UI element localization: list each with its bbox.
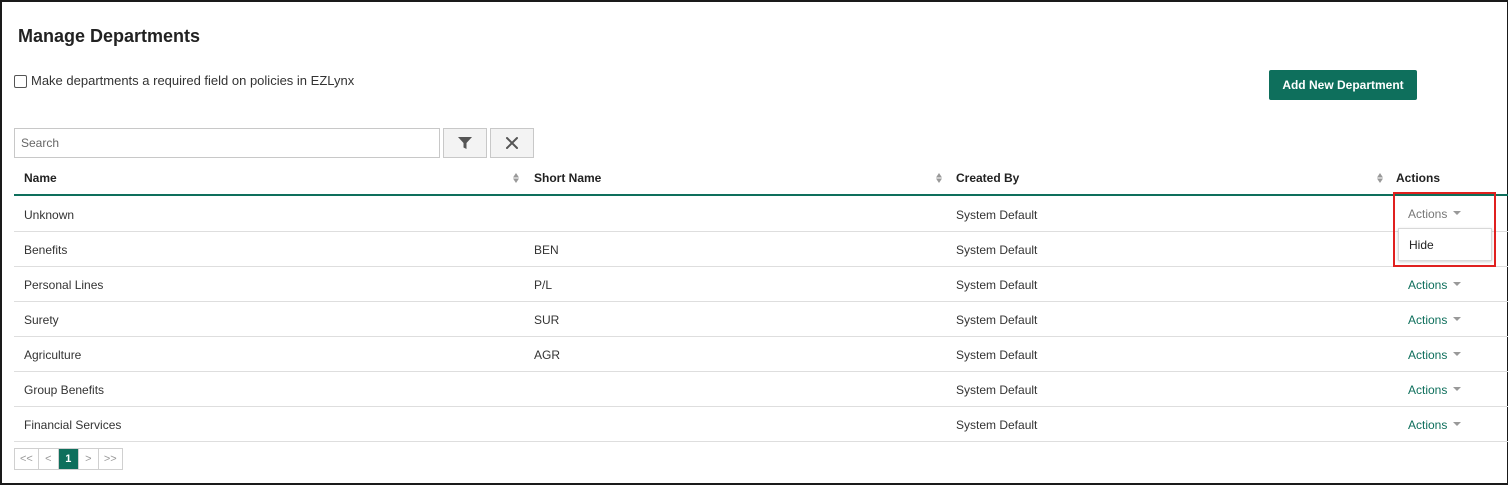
actions-label: Actions bbox=[1408, 383, 1448, 397]
column-header-actions: Actions bbox=[1396, 171, 1441, 185]
actions-label: Actions bbox=[1408, 348, 1448, 362]
filter-icon bbox=[458, 137, 472, 149]
row-actions-dropdown[interactable]: Actions bbox=[1408, 383, 1462, 397]
table-row: Agriculture AGR System Default Actions bbox=[14, 337, 1508, 372]
clear-search-button[interactable] bbox=[490, 128, 534, 158]
cell-name: Agriculture bbox=[24, 348, 82, 362]
required-field-label: Make departments a required field on pol… bbox=[31, 72, 355, 88]
cell-created-by: System Default bbox=[956, 418, 1038, 432]
column-header-name[interactable]: Name bbox=[24, 171, 57, 185]
cell-created-by: System Default bbox=[956, 348, 1038, 362]
search-input[interactable] bbox=[15, 129, 439, 157]
row-actions-dropdown[interactable]: Actions bbox=[1408, 418, 1462, 432]
table-header: Name Short Name Created By Actions bbox=[14, 160, 1508, 196]
cell-created-by: System Default bbox=[956, 243, 1038, 257]
sort-icon[interactable] bbox=[512, 172, 520, 184]
sort-icon[interactable] bbox=[935, 172, 943, 184]
actions-label: Actions bbox=[1408, 278, 1448, 292]
page-title: Manage Departments bbox=[18, 26, 201, 46]
sort-icon[interactable] bbox=[1376, 172, 1384, 184]
row-actions-dropdown[interactable]: Actions bbox=[1408, 278, 1462, 292]
next-page-button[interactable]: > bbox=[78, 449, 99, 469]
first-page-button[interactable]: << bbox=[15, 449, 39, 469]
caret-down-icon bbox=[1453, 421, 1462, 426]
cell-name: Personal Lines bbox=[24, 278, 104, 292]
required-field-option[interactable]: Make departments a required field on pol… bbox=[14, 72, 354, 88]
column-header-created-by[interactable]: Created By bbox=[956, 171, 1019, 185]
cell-name: Group Benefits bbox=[24, 383, 105, 397]
table-row: Unknown System Default bbox=[14, 197, 1508, 232]
cell-name: Benefits bbox=[24, 243, 68, 257]
last-page-button[interactable]: >> bbox=[98, 449, 122, 469]
highlight-box bbox=[1393, 192, 1496, 267]
table-row: Surety SUR System Default Actions bbox=[14, 302, 1508, 337]
caret-down-icon bbox=[1453, 316, 1462, 321]
caret-down-icon bbox=[1453, 351, 1462, 356]
close-icon bbox=[506, 137, 518, 149]
caret-down-icon bbox=[1453, 386, 1462, 391]
cell-created-by: System Default bbox=[956, 383, 1038, 397]
actions-label: Actions bbox=[1408, 313, 1448, 327]
row-actions-dropdown[interactable]: Actions bbox=[1408, 348, 1462, 362]
table-row: Group Benefits System Default Actions bbox=[14, 372, 1508, 407]
row-actions-dropdown[interactable]: Actions bbox=[1408, 313, 1462, 327]
add-department-button[interactable]: Add New Department bbox=[1269, 70, 1417, 100]
cell-name: Unknown bbox=[24, 208, 75, 222]
cell-name: Surety bbox=[24, 313, 59, 327]
cell-created-by: System Default bbox=[956, 208, 1038, 222]
current-page-button[interactable]: 1 bbox=[58, 449, 79, 469]
pagination: << < 1 > >> bbox=[14, 448, 123, 470]
column-header-short-name[interactable]: Short Name bbox=[534, 171, 601, 185]
cell-name: Financial Services bbox=[24, 418, 122, 432]
table-row: Benefits BEN System Default bbox=[14, 232, 1508, 267]
cell-short-name: AGR bbox=[534, 348, 561, 362]
table-row: Financial Services System Default Action… bbox=[14, 407, 1508, 442]
caret-down-icon bbox=[1453, 281, 1462, 286]
filter-button[interactable] bbox=[443, 128, 487, 158]
cell-short-name: P/L bbox=[534, 278, 553, 292]
prev-page-button[interactable]: < bbox=[38, 449, 59, 469]
table-row: Personal Lines P/L System Default Action… bbox=[14, 267, 1508, 302]
cell-short-name: SUR bbox=[534, 313, 560, 327]
cell-created-by: System Default bbox=[956, 278, 1038, 292]
actions-label: Actions bbox=[1408, 418, 1448, 432]
required-field-checkbox[interactable] bbox=[14, 75, 27, 88]
cell-short-name: BEN bbox=[534, 243, 559, 257]
cell-created-by: System Default bbox=[956, 313, 1038, 327]
search-box[interactable] bbox=[14, 128, 440, 158]
